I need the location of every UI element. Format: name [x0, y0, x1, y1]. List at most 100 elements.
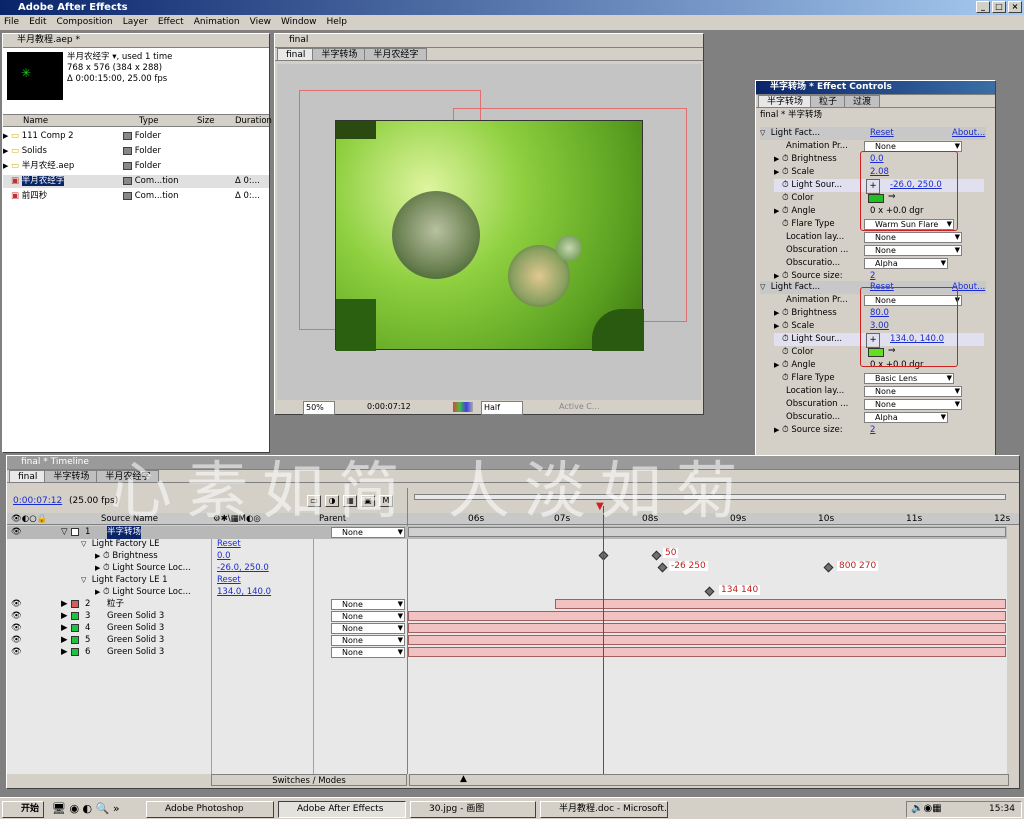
- effect-name: Light Factory LE: [91, 539, 160, 549]
- menu-edit[interactable]: Edit: [29, 15, 46, 30]
- maximize-button[interactable]: □: [992, 1, 1006, 13]
- menu-effect[interactable]: Effect: [158, 15, 184, 30]
- tab-final[interactable]: final: [277, 48, 315, 60]
- project-panel-title: 半月教程.aep *: [3, 34, 269, 48]
- folder-icon: ▭: [11, 146, 20, 156]
- playhead[interactable]: [603, 506, 604, 774]
- stopwatch-icon[interactable]: ⏱: [782, 206, 789, 216]
- col-name[interactable]: Name: [23, 115, 48, 127]
- stopwatch-icon[interactable]: ⏱: [782, 347, 789, 357]
- minimize-button[interactable]: _: [976, 1, 990, 13]
- menu-animation[interactable]: Animation: [194, 15, 240, 30]
- source-size-value[interactable]: 2: [870, 424, 875, 437]
- taskbar-item[interactable]: Adobe Photoshop: [146, 801, 274, 818]
- stopwatch-icon[interactable]: ⏱: [782, 334, 789, 344]
- parent-dropdown[interactable]: None: [331, 611, 405, 622]
- stopwatch-icon[interactable]: ⏱: [782, 360, 789, 370]
- keyframe-note: -26 250: [669, 561, 708, 571]
- tab-final[interactable]: final: [9, 470, 47, 482]
- keyframe[interactable]: [657, 562, 668, 573]
- about-link[interactable]: About...: [952, 127, 985, 140]
- layer-duration-bar[interactable]: [408, 635, 1006, 645]
- obscuration-dropdown[interactable]: None: [864, 399, 962, 410]
- parent-dropdown[interactable]: None: [331, 599, 405, 610]
- keyframe[interactable]: [823, 562, 834, 573]
- resolution-dropdown[interactable]: Half: [481, 401, 523, 415]
- quicklaunch-icons[interactable]: 🖥 ◉ ◐ 🔍 »: [52, 802, 120, 815]
- highlight-box: [860, 151, 958, 231]
- menu-window[interactable]: Window: [281, 15, 317, 30]
- obscuration-type-dropdown[interactable]: Alpha: [864, 412, 948, 423]
- taskbar-item[interactable]: Adobe After Effects: [278, 801, 406, 818]
- keyframe[interactable]: [651, 550, 662, 561]
- comp-viewport[interactable]: [277, 64, 701, 400]
- layer-duration-bar[interactable]: [408, 623, 1006, 633]
- keyframe[interactable]: [704, 586, 715, 597]
- effect-header[interactable]: ▽ Light Fact... Reset About...: [760, 127, 986, 140]
- project-item[interactable]: ▶ ▭ 111 Comp 2 Folder: [3, 130, 161, 143]
- switches-modes-toggle[interactable]: Switches / Modes: [211, 774, 407, 786]
- parent-dropdown[interactable]: None: [331, 623, 405, 634]
- stopwatch-icon[interactable]: ⏱: [782, 308, 789, 318]
- obscuration-type-dropdown[interactable]: Alpha: [864, 258, 948, 269]
- layer-duration-bar[interactable]: [408, 647, 1006, 657]
- col-size[interactable]: Size: [197, 115, 214, 127]
- menu-composition[interactable]: Composition: [57, 15, 113, 30]
- close-button[interactable]: ×: [1008, 1, 1022, 13]
- stopwatch-icon[interactable]: ⏱: [782, 425, 789, 435]
- tray-icons[interactable]: 🔊◉▦: [911, 803, 942, 814]
- stopwatch-icon[interactable]: ⏱: [782, 154, 789, 164]
- layer-duration-bar[interactable]: [408, 611, 1006, 621]
- channel-icon[interactable]: [453, 402, 473, 412]
- stopwatch-icon[interactable]: ⏱: [782, 373, 789, 383]
- tab-effect-2[interactable]: 粒子: [810, 95, 847, 107]
- reset-link[interactable]: Reset: [870, 127, 894, 140]
- clock: 15:34: [989, 804, 1015, 814]
- stopwatch-icon[interactable]: ⏱: [782, 167, 789, 177]
- comp-panel-title: final: [275, 34, 703, 48]
- comp-thumbnail: ✳: [7, 52, 63, 100]
- location-layer-dropdown[interactable]: None: [864, 232, 962, 243]
- tab-effect-3[interactable]: 过渡: [844, 95, 881, 107]
- flare-type-dropdown[interactable]: Basic Lens: [864, 373, 954, 384]
- stopwatch-icon[interactable]: ⏱: [782, 180, 789, 190]
- project-item[interactable]: ▣ 半月农经字 Com...tion Δ 0:...: [3, 175, 269, 188]
- start-button[interactable]: 开始: [2, 801, 44, 818]
- tab-transition[interactable]: 半字转场: [44, 470, 99, 482]
- tick-12s: 12s: [994, 514, 1011, 524]
- stopwatch-icon[interactable]: ⏱: [782, 271, 789, 281]
- highlight-box: [860, 287, 958, 367]
- stopwatch-icon[interactable]: ⏱: [782, 219, 789, 229]
- stopwatch-icon[interactable]: ⏱: [782, 193, 789, 203]
- menu-layer[interactable]: Layer: [123, 15, 148, 30]
- taskbar-item[interactable]: 30.jpg - 画图: [410, 801, 536, 818]
- project-item[interactable]: ▶ ▭ Solids Folder: [3, 145, 161, 158]
- parent-dropdown[interactable]: None: [331, 635, 405, 646]
- stopwatch-icon[interactable]: ⏱: [782, 321, 789, 331]
- comp-tabs: final 半字转场 半月农经字: [275, 48, 703, 61]
- zoom-dropdown[interactable]: 50%: [303, 401, 335, 415]
- app-titlebar: Adobe After Effects _ □ ×: [0, 0, 1024, 15]
- project-panel: 半月教程.aep * ✳ 半月农经字 ▾, used 1 time 768 x …: [2, 33, 272, 453]
- tab-transition[interactable]: 半字转场: [312, 48, 367, 60]
- menu-file[interactable]: File: [4, 15, 19, 30]
- current-time[interactable]: 0:00:07:12: [367, 401, 411, 413]
- tab-comp[interactable]: 半月农经字: [364, 48, 428, 60]
- taskbar-item[interactable]: 半月教程.doc - Microsoft...: [540, 801, 668, 818]
- effect-tabs: 半字转场 粒子 过渡: [756, 95, 995, 108]
- menu-help[interactable]: Help: [326, 15, 347, 30]
- menu-view[interactable]: View: [250, 15, 271, 30]
- camera-dropdown[interactable]: Active C...: [559, 401, 600, 413]
- location-layer-dropdown[interactable]: None: [864, 386, 962, 397]
- timeline-current-time[interactable]: 0:00:07:12: [13, 496, 62, 506]
- parent-dropdown[interactable]: None: [331, 647, 405, 658]
- tab-effect-1[interactable]: 半字转场: [758, 95, 813, 107]
- obscuration-dropdown[interactable]: None: [864, 245, 962, 256]
- layer-duration-bar[interactable]: [555, 599, 1006, 609]
- project-item[interactable]: ▶ ▭ 半月农经.aep Folder: [3, 160, 161, 173]
- zoom-slider[interactable]: ▲: [409, 774, 1009, 786]
- keyframe-note: 50: [663, 548, 679, 558]
- col-type[interactable]: Type: [139, 115, 159, 127]
- project-item[interactable]: ▣ 前四秒 Com...tion Δ 0:...: [3, 190, 260, 203]
- col-duration[interactable]: Duration: [235, 115, 272, 127]
